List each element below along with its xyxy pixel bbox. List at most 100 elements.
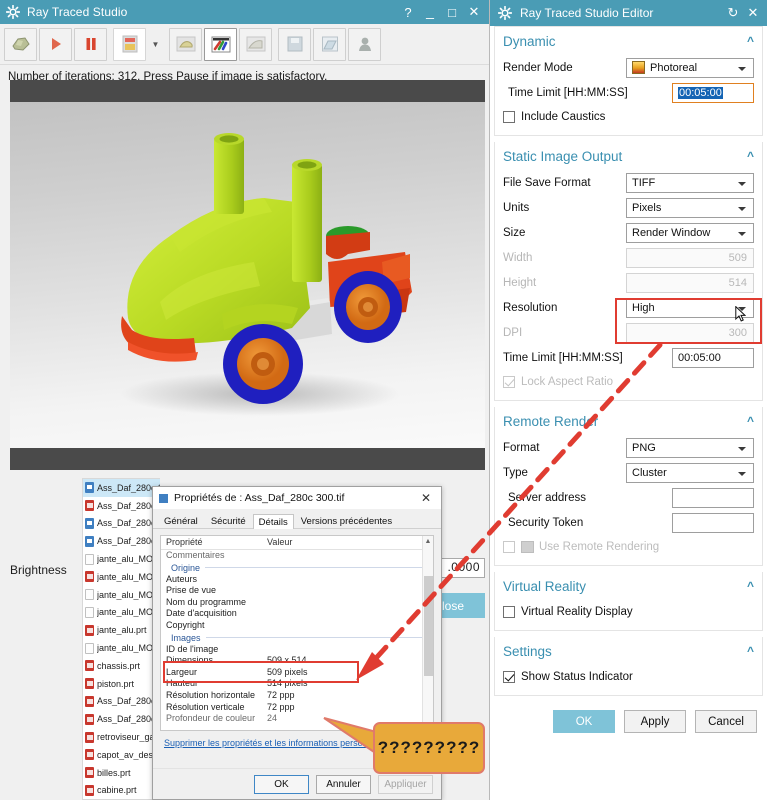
property-row[interactable]: Prise de vue [161, 585, 433, 597]
chevron-up-icon[interactable]: ^ [747, 414, 754, 428]
checkbox-virtual-reality-display[interactable]: Virtual Reality Display [495, 600, 762, 624]
open-icon[interactable] [313, 27, 346, 61]
maximize-button[interactable]: □ [441, 1, 463, 23]
file-list[interactable]: Ass_Daf_280c 300.ti Ass_Daf_280c.p Ass_Daf… [82, 478, 160, 800]
properties-tabs[interactable]: Général Sécurité Détails Versions précédent… [153, 509, 441, 529]
apply-button[interactable]: Apply [624, 710, 686, 733]
ray-traced-render-preview[interactable] [10, 80, 485, 470]
annuler-button[interactable]: Annuler [316, 774, 371, 794]
list-item[interactable]: Ass_Daf_280c 300.ti [83, 479, 160, 497]
list-item[interactable]: cabine.prt [83, 782, 160, 799]
list-item[interactable]: jante_alu_MO [83, 604, 160, 622]
chevron-up-icon[interactable]: ^ [747, 34, 754, 48]
type-dropdown[interactable]: Cluster [626, 462, 754, 483]
chevron-down-icon[interactable]: ▼ [148, 28, 163, 61]
save-icon[interactable] [278, 27, 311, 61]
render-mode-dropdown[interactable]: Photoreal [626, 57, 754, 78]
property-row[interactable]: ID de l'image [161, 644, 433, 656]
close-icon[interactable]: ✕ [743, 5, 763, 21]
image-file-icon [85, 482, 94, 494]
refresh-icon[interactable]: ↻ [723, 5, 743, 21]
file-save-format-dropdown[interactable]: TIFF [626, 172, 754, 193]
appliquer-button: Appliquer [378, 774, 433, 794]
list-item[interactable]: Ass_Daf_280c.p [83, 497, 160, 515]
checkbox-icon[interactable] [503, 671, 515, 683]
property-row[interactable]: Nom du programme [161, 597, 433, 609]
list-item[interactable]: jante_alu_MO [83, 639, 160, 657]
list-item[interactable]: Ass_Daf_280c_ [83, 710, 160, 728]
tab-d-tails[interactable]: Détails [252, 514, 294, 529]
list-item[interactable]: jante_alu_MO [83, 550, 160, 568]
list-item[interactable]: chassis.prt [83, 657, 160, 675]
ok-button[interactable]: OK [254, 774, 309, 794]
play-icon[interactable] [39, 27, 72, 61]
section-header[interactable]: Virtual Reality ^ [495, 572, 762, 600]
list-item[interactable]: jante_alu.prt [83, 621, 160, 639]
ok-button[interactable]: OK [553, 710, 615, 733]
list-item[interactable]: retroviseur_gau [83, 728, 160, 746]
list-item[interactable]: Ass_Daf_280c 3 [83, 515, 160, 533]
row-format: Format PNG [495, 435, 762, 460]
scroll-up-arrow[interactable]: ▲ [423, 536, 433, 547]
property-row[interactable]: Hauteur 514 pixels [161, 678, 433, 690]
properties-scrollbar[interactable]: ▲ ▼ [422, 536, 433, 730]
resolution-dropdown[interactable]: High [626, 297, 754, 318]
list-item[interactable]: jante_alu_MO [83, 586, 160, 604]
list-item[interactable]: Ass_Daf_280c d [83, 532, 160, 550]
property-row[interactable]: Dimensions 509 x 514 [161, 655, 433, 667]
property-value: 72 ppp [267, 701, 295, 712]
field-value: 300 [728, 326, 747, 339]
size-dropdown[interactable]: Render Window [626, 222, 754, 243]
file-name: cabine.prt [97, 785, 137, 796]
list-item[interactable]: piston.prt [83, 675, 160, 693]
section-header[interactable]: Static Image Output ^ [495, 142, 762, 170]
format-dropdown[interactable]: PNG [626, 437, 754, 458]
checkbox-show-status-indicator[interactable]: Show Status Indicator [495, 665, 762, 689]
time-limit-hh-mm-ss-input[interactable]: 00:05:00 [672, 82, 754, 103]
tab-g-n-ral[interactable]: Général [158, 513, 204, 528]
time-limit-hh-mm-ss-input[interactable]: 00:05:00 [672, 347, 754, 368]
tab-s-curit-[interactable]: Sécurité [205, 513, 252, 528]
property-row[interactable]: Date d'acquisition [161, 608, 433, 620]
list-item[interactable]: billes.prt [83, 764, 160, 782]
color-view-icon[interactable] [204, 27, 237, 61]
chevron-up-icon[interactable]: ^ [747, 149, 754, 163]
scroll-thumb[interactable] [424, 576, 433, 676]
pause-icon[interactable] [74, 27, 107, 61]
close-button[interactable]: ✕ [463, 1, 485, 23]
property-row[interactable]: Résolution horizontale 72 ppp [161, 690, 433, 702]
properties-close-button[interactable]: ✕ [413, 487, 439, 509]
help-button[interactable]: ? [397, 1, 419, 23]
chevron-up-icon[interactable]: ^ [747, 644, 754, 658]
prt-file-icon [85, 571, 94, 583]
gear-icon [6, 5, 20, 19]
section-header[interactable]: Dynamic ^ [495, 27, 762, 55]
server-address-input[interactable] [672, 487, 754, 508]
minimize-button[interactable]: _ [419, 1, 441, 23]
checkbox-icon[interactable] [503, 111, 515, 123]
shaded-view-icon[interactable] [169, 27, 202, 61]
property-group: Origine [161, 562, 433, 574]
section-header[interactable]: Settings ^ [495, 637, 762, 665]
tab-versions-pr-c-dentes[interactable]: Versions précédentes [295, 513, 398, 528]
reflection-view-icon[interactable] [239, 27, 272, 61]
properties-listbox[interactable]: Propriété Valeur Commentaires Origine Aute… [160, 535, 434, 731]
units-dropdown[interactable]: Pixels [626, 197, 754, 218]
list-item[interactable]: capot_av_desig [83, 746, 160, 764]
checkbox-icon[interactable] [503, 606, 515, 618]
save-image-icon[interactable] [113, 27, 146, 61]
render-scene-icon[interactable] [4, 27, 37, 61]
list-item[interactable]: jante_alu_MO [83, 568, 160, 586]
property-row[interactable]: Largeur 509 pixels [161, 667, 433, 679]
chevron-up-icon[interactable]: ^ [747, 579, 754, 593]
viewport-bottom-band [10, 448, 485, 470]
silhouette-icon[interactable] [348, 27, 381, 61]
security-token-input[interactable] [672, 512, 754, 533]
property-row[interactable]: Auteurs [161, 574, 433, 586]
property-row[interactable]: Copyright [161, 620, 433, 632]
cancel-button[interactable]: Cancel [695, 710, 757, 733]
section-header[interactable]: Remote Render ^ [495, 407, 762, 435]
list-item[interactable]: Ass_Daf_280c_ [83, 693, 160, 711]
checkbox-include-caustics[interactable]: Include Caustics [495, 105, 762, 129]
property-row[interactable]: Commentaires [161, 550, 433, 562]
